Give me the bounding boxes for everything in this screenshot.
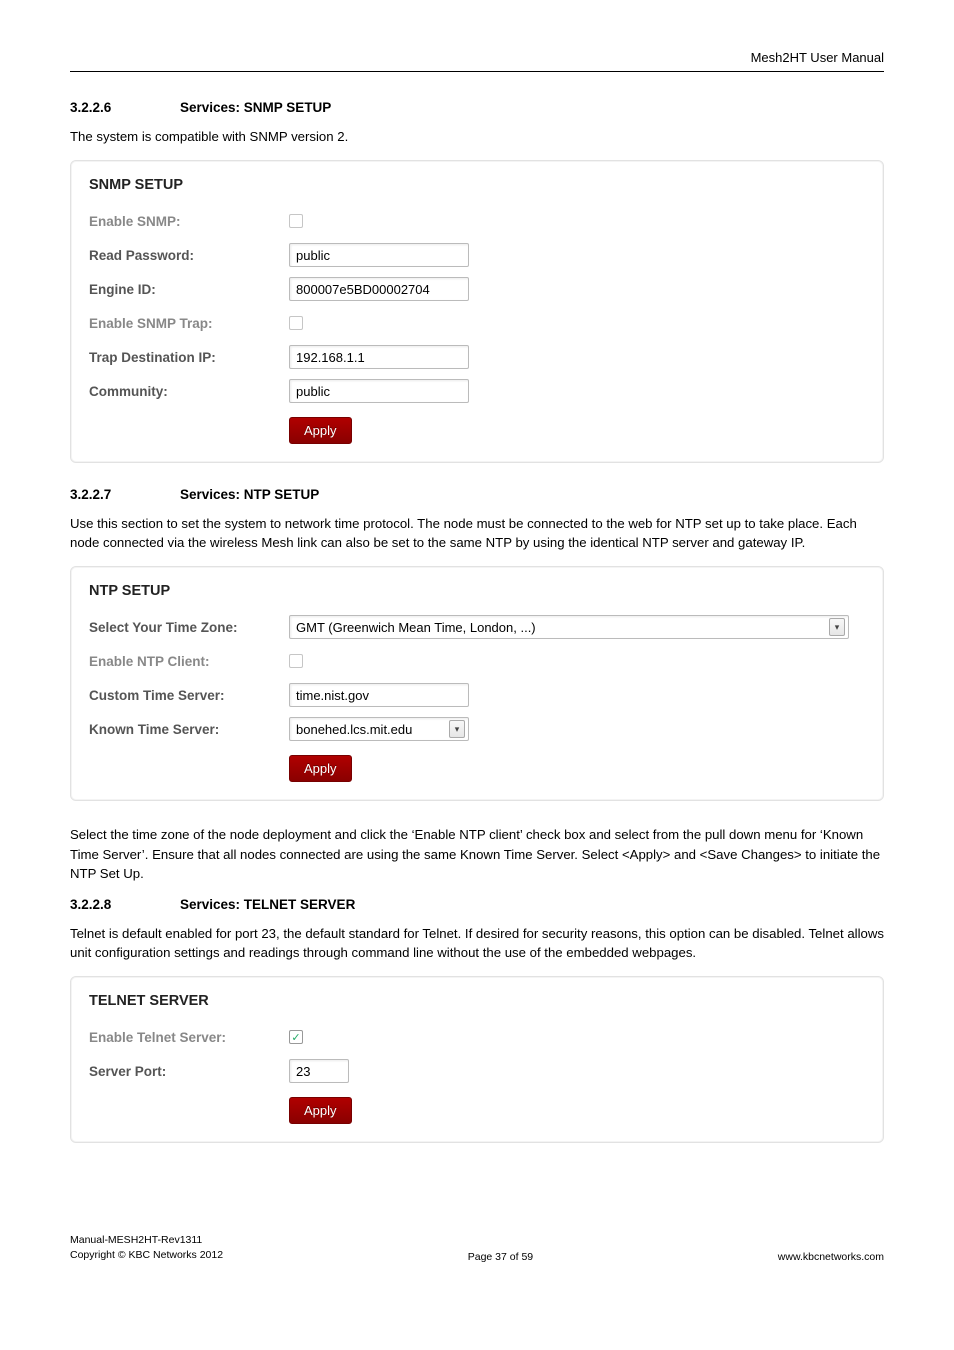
label-enable-telnet: Enable Telnet Server: [89, 1030, 289, 1045]
label-server-port: Server Port: [89, 1064, 289, 1079]
input-server-port[interactable] [289, 1059, 349, 1083]
secnum-telnet: 3.2.2.8 [70, 897, 180, 912]
label-community: Community: [89, 384, 289, 399]
ntp-intro: Use this section to set the system to ne… [70, 514, 884, 552]
heading-telnet: 3.2.2.8Services: TELNET SERVER [70, 897, 884, 912]
panel-title-ntp: NTP SETUP [89, 583, 865, 599]
checkbox-enable-snmp-trap[interactable] [289, 316, 303, 330]
sectitle-telnet: Services: TELNET SERVER [180, 897, 355, 912]
input-engine-id[interactable] [289, 277, 469, 301]
input-community[interactable] [289, 379, 469, 403]
select-timezone[interactable] [289, 615, 849, 639]
input-trap-dest[interactable] [289, 345, 469, 369]
page-footer: Manual-MESH2HT-Rev1311 Copyright © KBC N… [70, 1233, 884, 1262]
label-enable-ntp-client: Enable NTP Client: [89, 654, 289, 669]
apply-button-ntp[interactable]: Apply [289, 755, 352, 782]
checkbox-enable-snmp[interactable] [289, 214, 303, 228]
label-trap-dest: Trap Destination IP: [89, 350, 289, 365]
panel-title-telnet: TELNET SERVER [89, 993, 865, 1009]
label-engine-id: Engine ID: [89, 282, 289, 297]
sectitle-snmp: Services: SNMP SETUP [180, 100, 331, 115]
panel-snmp: SNMP SETUP Enable SNMP: Read Password: E… [70, 160, 884, 463]
checkbox-enable-ntp-client[interactable] [289, 654, 303, 668]
sectitle-ntp: Services: NTP SETUP [180, 487, 319, 502]
apply-button-snmp[interactable]: Apply [289, 417, 352, 444]
secnum-snmp: 3.2.2.6 [70, 100, 180, 115]
footer-page-number: Page 37 of 59 [468, 1251, 533, 1263]
panel-telnet: TELNET SERVER Enable Telnet Server: ✓ Se… [70, 976, 884, 1143]
footer-copyright: Copyright © KBC Networks 2012 [70, 1248, 223, 1263]
label-enable-snmp: Enable SNMP: [89, 214, 289, 229]
label-timezone: Select Your Time Zone: [89, 620, 289, 635]
label-known-time-server: Known Time Server: [89, 722, 289, 737]
header-product: Mesh2HT User Manual [70, 50, 884, 72]
secnum-ntp: 3.2.2.7 [70, 487, 180, 502]
footer-manual-rev: Manual-MESH2HT-Rev1311 [70, 1233, 223, 1248]
apply-button-telnet[interactable]: Apply [289, 1097, 352, 1124]
checkbox-enable-telnet[interactable]: ✓ [289, 1030, 303, 1044]
label-read-password: Read Password: [89, 248, 289, 263]
heading-ntp: 3.2.2.7Services: NTP SETUP [70, 487, 884, 502]
panel-ntp: NTP SETUP Select Your Time Zone: ▾ Enabl… [70, 566, 884, 801]
select-known-time-server[interactable] [289, 717, 469, 741]
input-read-password[interactable] [289, 243, 469, 267]
label-custom-time-server: Custom Time Server: [89, 688, 289, 703]
telnet-intro: Telnet is default enabled for port 23, t… [70, 924, 884, 962]
heading-snmp: 3.2.2.6Services: SNMP SETUP [70, 100, 884, 115]
snmp-intro: The system is compatible with SNMP versi… [70, 127, 884, 146]
footer-url: www.kbcnetworks.com [778, 1251, 884, 1263]
label-enable-snmp-trap: Enable SNMP Trap: [89, 316, 289, 331]
input-custom-time-server[interactable] [289, 683, 469, 707]
panel-title-snmp: SNMP SETUP [89, 177, 865, 193]
ntp-outro: Select the time zone of the node deploym… [70, 825, 884, 882]
